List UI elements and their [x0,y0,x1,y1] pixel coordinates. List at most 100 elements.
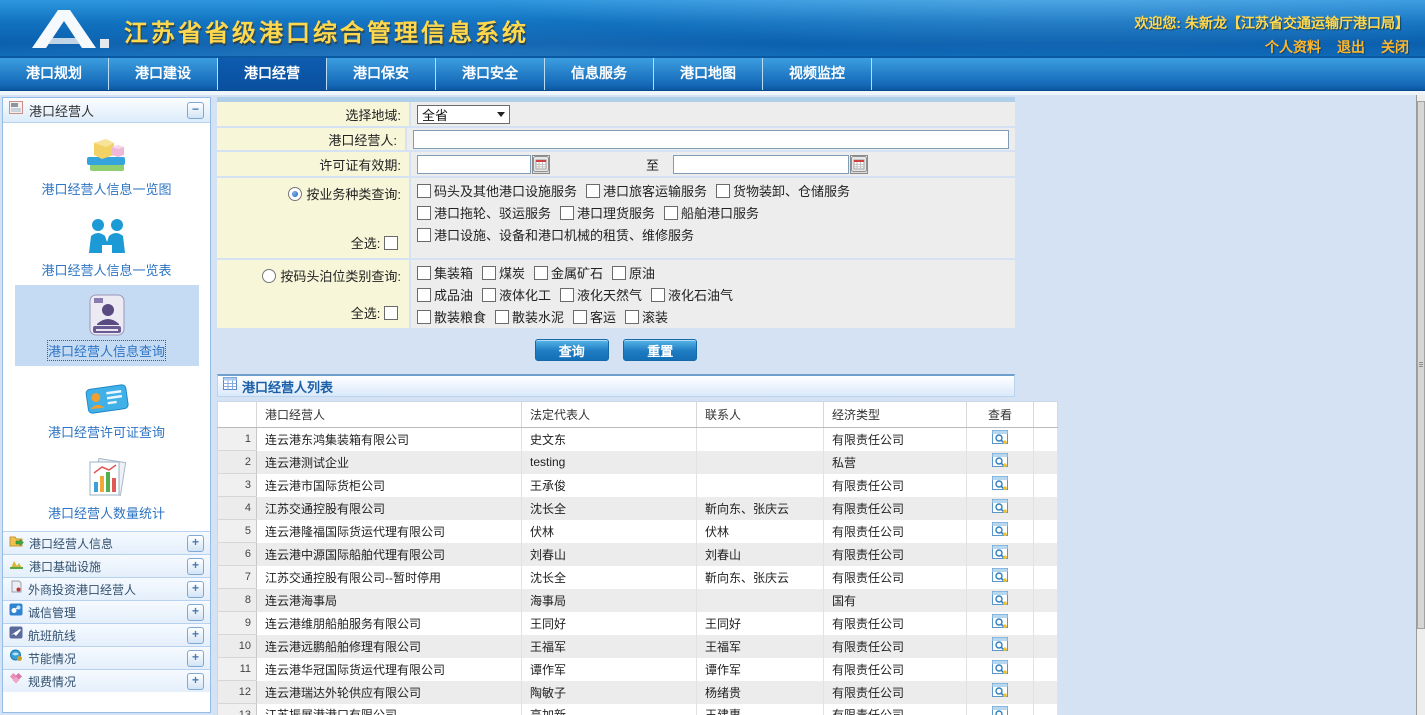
cell-view [967,681,1034,704]
cell-view [967,566,1034,589]
sidebar-item-operation-license-query[interactable]: 港口经营许可证查询 [15,366,199,447]
accordion-foreign-invested-operators[interactable]: 外商投资港口经营人+ [3,577,210,600]
expand-button[interactable]: + [187,673,204,690]
scrollbar-thumb[interactable] [1417,101,1425,629]
operator-list-header: 港口经营人列表 [217,374,1015,397]
reset-button[interactable]: 重置 [623,339,697,361]
view-details-button[interactable] [992,430,1008,445]
integrity-icon [9,603,23,621]
cell-contact: 谭作军 [697,658,824,681]
berth-type-checkbox[interactable] [495,310,509,324]
tab-port-planning[interactable]: 港口规划 [0,58,109,90]
calendar-end-button[interactable] [850,155,868,174]
accordion-operator-info[interactable]: 港口经营人信息+ [3,531,210,554]
col-row-number [218,402,257,428]
view-details-button[interactable] [992,683,1008,698]
accordion-integrity-management[interactable]: 诚信管理+ [3,600,210,623]
business-query-radio[interactable] [288,187,302,201]
business-select-all-checkbox[interactable] [384,236,398,250]
cell-view [967,704,1034,715]
business-service-checkbox[interactable] [560,206,574,220]
view-details-button[interactable] [992,453,1008,468]
close-link[interactable]: 关闭 [1381,37,1409,57]
business-service-checkbox[interactable] [417,228,431,242]
operator-input[interactable] [413,130,1009,149]
cell-type: 国有 [824,589,967,612]
business-service-checkbox[interactable] [664,206,678,220]
berth-type-checkbox[interactable] [560,288,574,302]
view-details-button[interactable] [992,591,1008,606]
region-select[interactable]: 全省 [417,105,510,124]
cell-spacer [1034,520,1058,543]
berth-type-checkbox[interactable] [534,266,548,280]
accordion-port-infrastructure[interactable]: 港口基础设施+ [3,554,210,577]
view-details-button[interactable] [992,706,1008,715]
view-details-button[interactable] [992,522,1008,537]
tab-port-construction[interactable]: 港口建设 [109,58,218,90]
expand-button[interactable]: + [187,627,204,644]
operator-row: 港口经营人: [217,128,1015,150]
license-end-input[interactable] [673,155,849,174]
tab-port-operation[interactable]: 港口经营 [218,58,327,90]
view-details-button[interactable] [992,568,1008,583]
tab-port-safety[interactable]: 港口安全 [436,58,545,90]
expand-button[interactable]: + [187,558,204,575]
expand-button[interactable]: + [187,581,204,598]
cell-contact: 靳向东、张庆云 [697,497,824,520]
row-number: 12 [218,681,257,704]
berth-type-checkbox[interactable] [417,310,431,324]
view-details-button[interactable] [992,545,1008,560]
berth-type-checkbox[interactable] [482,266,496,280]
tab-port-security[interactable]: 港口保安 [327,58,436,90]
table-row: 7江苏交通控股有限公司--暂时停用沈长全靳向东、张庆云有限责任公司 [218,566,1058,589]
row-number: 13 [218,704,257,715]
business-service-checkbox[interactable] [417,206,431,220]
logout-link[interactable]: 退出 [1337,37,1365,57]
berth-type-checkbox[interactable] [482,288,496,302]
sidebar-item-operator-count-stats[interactable]: 港口经营人数量统计 [15,447,199,528]
expand-button[interactable]: + [187,535,204,552]
sidebar-panel-header[interactable]: 港口经营人 − [3,98,210,123]
cell-contact: 伏林 [697,520,824,543]
berth-query-radio[interactable] [262,269,276,283]
berth-select-all-checkbox[interactable] [384,306,398,320]
business-service-checkbox[interactable] [417,184,431,198]
cell-contact: 王福军 [697,635,824,658]
tab-port-map[interactable]: 港口地图 [654,58,763,90]
operator-label: 港口经营人: [217,128,405,150]
berth-type-checkbox-label: 液化石油气 [668,288,733,303]
accordion-fees[interactable]: 规费情况+ [3,669,210,692]
cell-legal-rep: 史文东 [522,428,697,451]
view-details-button[interactable] [992,614,1008,629]
view-details-button[interactable] [992,637,1008,652]
query-button[interactable]: 查询 [535,339,609,361]
collapse-button[interactable]: − [187,102,204,119]
cell-type: 有限责任公司 [824,566,967,589]
tab-information-service[interactable]: 信息服务 [545,58,654,90]
license-row: 许可证有效期: 至 [217,152,1015,176]
berth-type-checkbox[interactable] [417,288,431,302]
business-service-checkbox[interactable] [586,184,600,198]
view-details-button[interactable] [992,476,1008,491]
view-details-button[interactable] [992,499,1008,514]
tab-video-surveillance[interactable]: 视频监控 [763,58,872,90]
sidebar-menu: 港口经营人信息一览图港口经营人信息一览表港口经营人信息查询港口经营许可证查询港口… [3,123,210,531]
license-start-input[interactable] [417,155,531,174]
berth-type-checkbox[interactable] [651,288,665,302]
berth-type-checkbox[interactable] [625,310,639,324]
expand-button[interactable]: + [187,650,204,667]
calendar-start-button[interactable] [532,155,550,174]
sidebar-item-operator-info-chart[interactable]: 港口经营人信息一览图 [15,123,199,204]
berth-type-checkbox[interactable] [417,266,431,280]
berth-type-checkbox[interactable] [612,266,626,280]
sidebar-item-operator-info-table[interactable]: 港口经营人信息一览表 [15,204,199,285]
profile-link[interactable]: 个人资料 [1265,37,1321,57]
view-details-button[interactable] [992,660,1008,675]
page-scrollbar[interactable] [1416,95,1425,715]
accordion-energy-saving[interactable]: 节能情况+ [3,646,210,669]
business-service-checkbox[interactable] [716,184,730,198]
berth-type-checkbox[interactable] [573,310,587,324]
accordion-flight-routes[interactable]: 航班航线+ [3,623,210,646]
expand-button[interactable]: + [187,604,204,621]
sidebar-item-operator-info-query[interactable]: 港口经营人信息查询 [15,285,199,366]
